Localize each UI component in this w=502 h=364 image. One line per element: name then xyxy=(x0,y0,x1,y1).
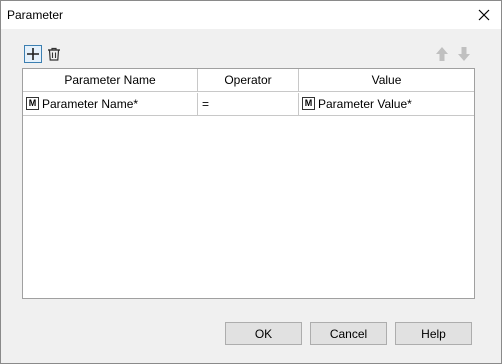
add-parameter-button[interactable] xyxy=(24,45,42,63)
ok-button[interactable]: OK xyxy=(225,322,302,345)
parameter-name-text: Parameter Name* xyxy=(42,97,139,111)
parameter-value-text: Parameter Value* xyxy=(318,97,412,111)
column-header-value[interactable]: Value xyxy=(299,69,474,92)
close-icon xyxy=(478,9,490,21)
move-up-button[interactable] xyxy=(433,45,451,63)
title-bar: Parameter xyxy=(1,1,501,29)
arrow-up-icon xyxy=(436,47,448,61)
add-icon xyxy=(27,48,39,60)
operator-cell[interactable]: = xyxy=(198,93,299,115)
parameter-table: Parameter Name Operator Value M Parameter… xyxy=(22,68,475,299)
macro-badge-icon: M xyxy=(26,97,39,111)
value-cell[interactable]: M Parameter Value* xyxy=(299,93,474,115)
table-header: Parameter Name Operator Value xyxy=(23,69,474,92)
cancel-button[interactable]: Cancel xyxy=(310,322,387,345)
parameter-name-cell[interactable]: M Parameter Name* xyxy=(23,93,198,115)
arrow-down-icon xyxy=(458,47,470,61)
table-row[interactable]: M Parameter Name* = M Parameter Value* xyxy=(23,93,474,116)
macro-badge-icon: M xyxy=(302,97,315,111)
parameter-dialog: Parameter Parameter Name Operator Value … xyxy=(0,0,502,364)
dialog-title: Parameter xyxy=(7,8,64,22)
column-header-operator[interactable]: Operator xyxy=(198,69,299,92)
column-header-parameter-name[interactable]: Parameter Name xyxy=(23,69,198,92)
close-button[interactable] xyxy=(467,1,501,29)
trash-icon xyxy=(48,47,60,61)
move-down-button[interactable] xyxy=(455,45,473,63)
help-button[interactable]: Help xyxy=(395,322,472,345)
delete-parameter-button[interactable] xyxy=(45,45,63,63)
operator-text: = xyxy=(202,97,210,111)
